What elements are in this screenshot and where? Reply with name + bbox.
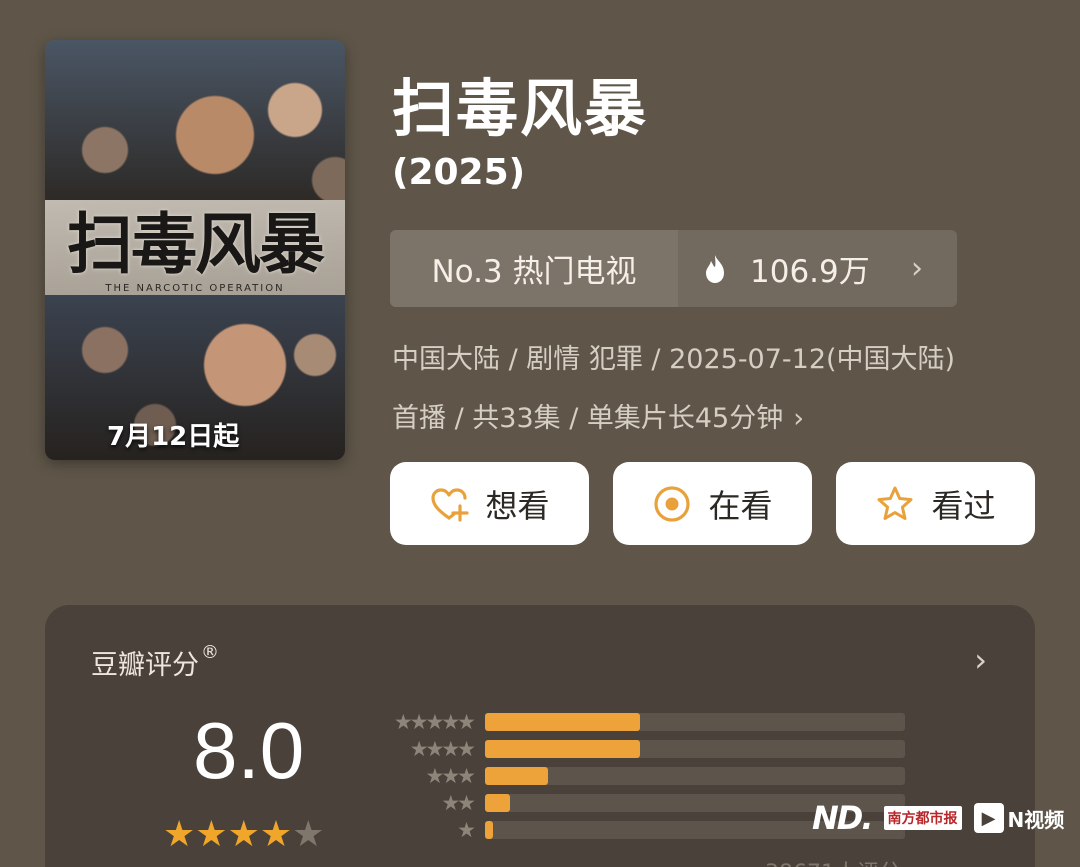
distribution-bar	[485, 821, 494, 839]
poster-collage-top	[45, 40, 345, 200]
rank-banner[interactable]: No.3 热门电视 106.9万 ›	[390, 230, 957, 307]
distribution-track	[485, 740, 905, 758]
poster-title: 扫毒风暴	[45, 200, 345, 295]
distribution-bar	[485, 713, 641, 731]
watching-button[interactable]: 在看	[613, 462, 812, 545]
watermark-paper: 南方都市报	[883, 806, 962, 830]
star-filled-icon: ★	[227, 814, 260, 855]
movie-detail-page: 扫毒风暴 THE NARCOTIC OPERATION 7月12日起 扫毒风暴 …	[0, 0, 1080, 867]
show-title: 扫毒风暴	[392, 72, 649, 145]
n-video-icon: ▶	[973, 803, 1004, 833]
target-icon	[654, 485, 691, 522]
distribution-bar	[485, 794, 511, 812]
watched-button[interactable]: 看过	[836, 462, 1035, 545]
meta-info-line2[interactable]: 首播 / 共33集 / 单集片长45分钟 ›	[392, 396, 804, 435]
meta-info-line2-text: 首播 / 共33集 / 单集片长45分钟	[392, 403, 784, 434]
star-filled-icon: ★	[259, 814, 293, 855]
distribution-stars-icon: ★★★★★	[393, 710, 476, 734]
rank-label: No.3 热门电视	[390, 230, 678, 307]
distribution-stars-icon: ★★	[441, 791, 476, 815]
rating-count: 38671人评分	[765, 855, 901, 867]
show-year: (2025)	[392, 152, 526, 193]
distribution-stars-icon: ★	[457, 818, 476, 842]
heat-section[interactable]: 106.9万 ›	[678, 230, 957, 307]
watched-label: 看过	[931, 486, 996, 525]
rating-label: 豆瓣评分 ®	[91, 642, 219, 682]
distribution-track	[485, 713, 905, 731]
star-filled-icon: ★	[195, 814, 228, 855]
poster-image[interactable]: 扫毒风暴 THE NARCOTIC OPERATION 7月12日起	[45, 40, 345, 460]
watching-label: 在看	[708, 486, 773, 525]
poster-release-date: 7月12日起	[107, 422, 240, 452]
distribution-row: ★★★	[375, 764, 905, 788]
distribution-track	[485, 767, 905, 785]
chevron-right-icon[interactable]: ›	[974, 641, 987, 679]
heart-plus-icon	[431, 487, 470, 522]
star-outline-icon	[877, 486, 913, 520]
distribution-bar	[485, 740, 641, 758]
watermark-nvideo: ▶ N视频	[973, 803, 1065, 833]
star-empty-icon: ★	[292, 814, 325, 855]
distribution-stars-icon: ★★★	[425, 764, 476, 788]
distribution-stars-icon: ★★★★	[409, 737, 476, 761]
heat-value: 106.9万	[750, 254, 870, 290]
flame-icon	[706, 254, 724, 283]
want-to-watch-label: 想看	[485, 486, 550, 525]
distribution-row: ★★★★	[375, 737, 905, 761]
chevron-right-icon: ›	[911, 251, 923, 286]
watermark-brand-right: N视频	[1007, 807, 1065, 832]
chevron-right-icon: ›	[793, 403, 805, 434]
rating-stars: ★ ★ ★ ★ ★	[163, 815, 324, 855]
want-to-watch-button[interactable]: 想看	[390, 462, 589, 545]
distribution-bar	[485, 767, 548, 785]
rating-score: 8.0	[193, 706, 305, 795]
watermark-brand-left: ND.	[812, 799, 873, 837]
star-filled-icon: ★	[163, 814, 196, 855]
watermark: ND. 南方都市报 ▶ N视频	[812, 798, 1064, 838]
rating-label-text: 豆瓣评分	[91, 650, 199, 681]
poster-subtitle: THE NARCOTIC OPERATION	[105, 283, 285, 294]
distribution-row: ★★★★★	[375, 710, 905, 734]
registered-mark: ®	[201, 642, 219, 663]
meta-info-line1: 中国大陆 / 剧情 犯罪 / 2025-07-12(中国大陆)	[392, 344, 956, 375]
